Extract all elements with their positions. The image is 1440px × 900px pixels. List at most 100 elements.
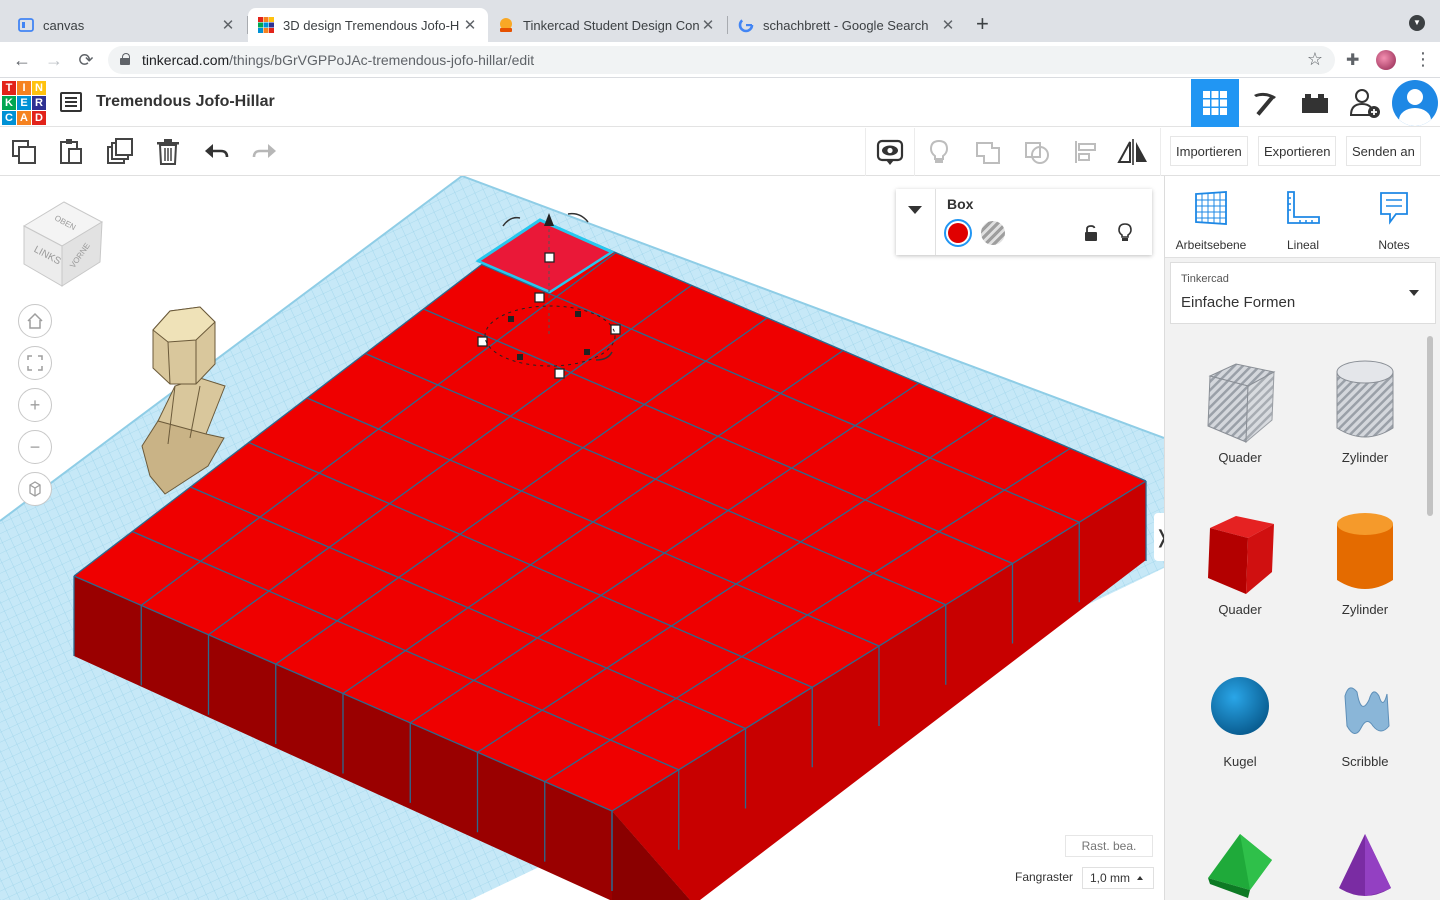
box-icon xyxy=(1208,516,1274,594)
plus-icon: + xyxy=(29,394,41,415)
shape-cone[interactable] xyxy=(1310,826,1420,900)
ruler-icon xyxy=(1287,191,1320,224)
hole-button[interactable] xyxy=(981,221,1005,245)
fit-view-button[interactable] xyxy=(18,346,52,380)
browser-tab-canvas[interactable]: canvas ✕ xyxy=(8,8,246,42)
edit-grid-button[interactable]: Rast. bea. xyxy=(1065,835,1153,857)
ungroup-icon xyxy=(1025,142,1049,164)
browser-tab-contest[interactable]: Tinkercad Student Design Con ✕ xyxy=(488,8,726,42)
logo-letter: R xyxy=(32,96,46,110)
tab-title: schachbrett - Google Search xyxy=(763,17,929,33)
shape-hole-cylinder[interactable]: Zylinder xyxy=(1310,356,1420,496)
workplane-button[interactable]: Arbeitsebene xyxy=(1166,186,1256,252)
align-button[interactable] xyxy=(1070,136,1102,168)
lightbulb-icon[interactable] xyxy=(1117,223,1133,243)
duplicate-button[interactable] xyxy=(104,136,136,168)
invite-user-button[interactable] xyxy=(1341,79,1389,127)
user-avatar[interactable] xyxy=(1392,80,1438,126)
resize-handle xyxy=(534,292,545,303)
resize-handle xyxy=(517,354,523,360)
close-tab-icon[interactable]: ✕ xyxy=(700,16,716,34)
url-text: tinkercad.com/things/bGrVGPPoJAc-tremend… xyxy=(142,52,535,68)
logo-letter: I xyxy=(17,81,31,95)
shape-roof[interactable] xyxy=(1185,826,1295,900)
browser-tab-design[interactable]: 3D design Tremendous Jofo-H ✕ xyxy=(248,8,488,42)
shape-label: Scribble xyxy=(1341,754,1389,769)
close-tab-icon[interactable]: ✕ xyxy=(462,16,478,34)
contest-favicon-icon xyxy=(498,17,514,33)
panel-scrollbar[interactable] xyxy=(1427,336,1433,516)
workplane-viewport[interactable] xyxy=(0,176,1164,900)
shape-sphere[interactable]: Kugel xyxy=(1185,666,1295,806)
reload-icon[interactable]: ⟳ xyxy=(75,49,97,71)
shape-library-select[interactable]: Tinkercad Einfache Formen xyxy=(1170,262,1436,324)
ungroup-button[interactable] xyxy=(1021,136,1053,168)
url-input[interactable]: tinkercad.com/things/bGrVGPPoJAc-tremend… xyxy=(108,46,1335,74)
brick-view-button[interactable] xyxy=(1291,79,1339,127)
workplane-canvas[interactable] xyxy=(0,176,1164,900)
send-to-button[interactable]: Senden an xyxy=(1346,136,1421,166)
inspector-collapse-icon[interactable] xyxy=(896,189,936,255)
shape-cylinder[interactable]: Zylinder xyxy=(1310,508,1420,648)
shape-label: Quader xyxy=(1218,602,1262,617)
zoom-out-button[interactable]: − xyxy=(18,430,52,464)
hide-button[interactable] xyxy=(923,136,955,168)
logo-letter: T xyxy=(2,81,16,95)
close-tab-icon[interactable]: ✕ xyxy=(220,16,236,34)
zoom-in-button[interactable]: + xyxy=(18,388,52,422)
tinkercad-logo[interactable]: T I N K E R C A D xyxy=(2,81,46,125)
back-icon[interactable]: ← xyxy=(11,49,33,71)
redo-button[interactable] xyxy=(248,136,280,168)
tab-search-icon[interactable]: ▼ xyxy=(1409,15,1425,31)
design-title[interactable]: Tremendous Jofo-Hillar xyxy=(96,93,275,111)
browser-menu-icon[interactable]: ⋮ xyxy=(1414,49,1432,70)
solid-color-button[interactable] xyxy=(944,219,972,247)
shape-scribble[interactable]: Scribble xyxy=(1310,666,1420,806)
shape-label: Quader xyxy=(1218,450,1262,465)
logo-letter: K xyxy=(2,96,16,110)
delete-button[interactable] xyxy=(152,136,184,168)
copy-button[interactable] xyxy=(8,136,40,168)
export-button[interactable]: Exportieren xyxy=(1258,136,1337,166)
home-icon xyxy=(27,312,43,329)
snap-grid-select[interactable]: 1,0 mm xyxy=(1082,867,1154,889)
group-button[interactable] xyxy=(972,136,1004,168)
browser-tab-google[interactable]: schachbrett - Google Search ✕ xyxy=(728,8,966,42)
grid-view-icon xyxy=(1203,91,1227,115)
shape-box[interactable]: Quader xyxy=(1185,508,1295,648)
hole-cylinder-icon xyxy=(1336,360,1394,438)
mirror-button[interactable] xyxy=(1117,136,1149,168)
lock-icon[interactable] xyxy=(1084,225,1098,241)
eye-icon xyxy=(876,139,904,165)
home-view-button[interactable] xyxy=(18,304,52,338)
shape-hole-box[interactable]: Quader xyxy=(1185,356,1295,496)
ruler-button[interactable]: Lineal xyxy=(1258,186,1348,252)
scribble-icon xyxy=(1344,687,1390,734)
design-list-icon[interactable] xyxy=(60,92,82,112)
logo-letter: N xyxy=(32,81,46,95)
3d-view-button[interactable] xyxy=(1191,79,1239,127)
bookmark-star-icon[interactable]: ☆ xyxy=(1307,49,1323,70)
import-button[interactable]: Importieren xyxy=(1170,136,1248,166)
show-all-button[interactable] xyxy=(874,136,906,168)
browser-profile-avatar[interactable] xyxy=(1376,50,1396,70)
mirror-icon xyxy=(1117,139,1147,165)
new-tab-icon[interactable]: + xyxy=(976,13,989,35)
browser-tab-bar: canvas ✕ 3D design Tremendous Jofo-H ✕ T… xyxy=(0,0,1440,42)
toolbar-divider xyxy=(865,128,866,176)
paste-button[interactable] xyxy=(55,136,87,168)
ortho-view-button[interactable] xyxy=(18,472,52,506)
view-cube[interactable]: OBEN LINKS VORNE xyxy=(20,198,104,290)
snap-grid-value: 1,0 mm xyxy=(1090,871,1131,885)
extensions-icon[interactable]: ✚ xyxy=(1346,50,1359,70)
shape-label: Zylinder xyxy=(1341,450,1389,465)
forward-icon[interactable]: → xyxy=(43,49,65,71)
logo-letter: A xyxy=(17,111,31,125)
snap-grid-label: Fangraster xyxy=(1015,870,1074,884)
tab-title: canvas xyxy=(43,17,85,33)
notes-button[interactable]: Notes xyxy=(1349,186,1439,252)
minecraft-view-button[interactable] xyxy=(1241,79,1289,127)
close-tab-icon[interactable]: ✕ xyxy=(940,16,956,34)
undo-button[interactable] xyxy=(201,136,233,168)
ortho-cube-icon xyxy=(29,481,41,497)
